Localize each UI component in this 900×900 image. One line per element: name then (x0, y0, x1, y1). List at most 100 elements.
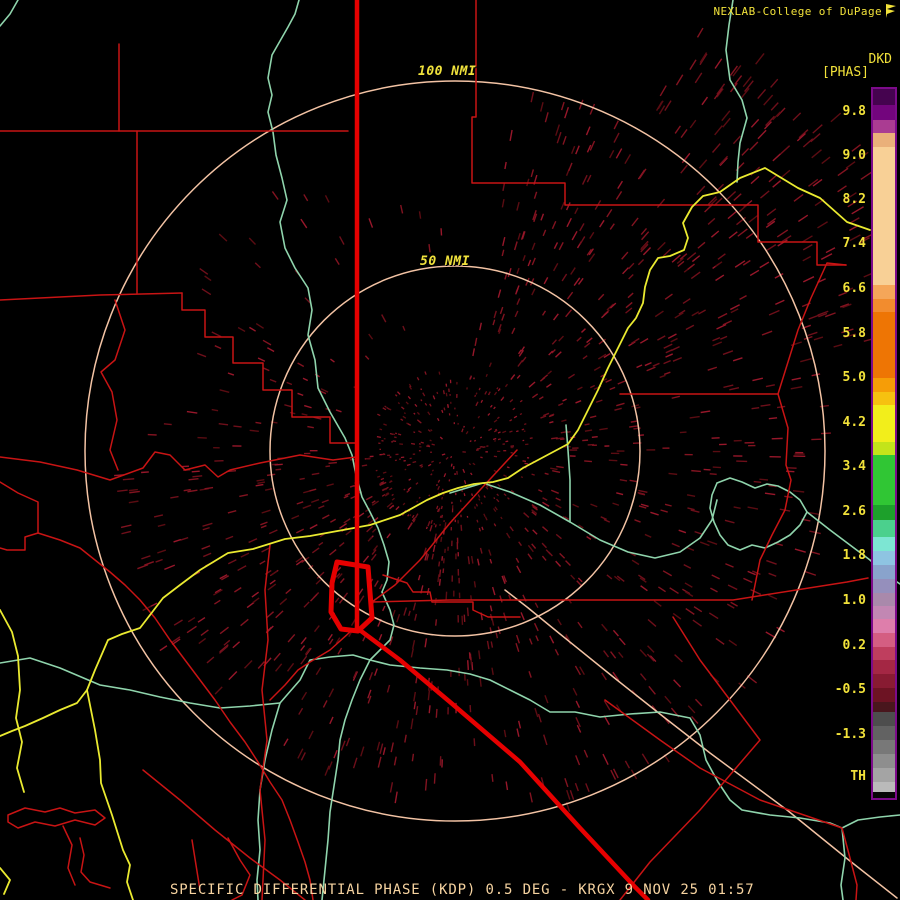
radar-echo (441, 453, 446, 456)
radar-echo (693, 606, 703, 613)
radar-echo (415, 706, 419, 716)
radar-echo (386, 406, 391, 410)
radar-echo (474, 337, 478, 347)
color-scale-segment (873, 299, 895, 312)
radar-echo (492, 437, 497, 441)
radar-echo (811, 373, 821, 377)
radar-echo (480, 502, 483, 505)
radar-echo (269, 378, 277, 383)
radar-echo (743, 577, 753, 583)
radar-echo (647, 618, 657, 627)
radar-echo (406, 489, 410, 493)
radar-echo (122, 478, 135, 481)
radar-echo (411, 514, 415, 519)
radar-echo (389, 475, 393, 478)
radar-echo (432, 544, 436, 553)
radar-echo (748, 215, 758, 223)
radar-echo (436, 391, 439, 395)
radar-echo (565, 202, 571, 211)
radar-echo (493, 310, 497, 319)
radar-echo (427, 411, 431, 416)
radar-echo (303, 194, 309, 202)
radar-echo (527, 259, 532, 267)
site-title: NEXLAB-College of DuPage (713, 5, 882, 18)
radar-echo (485, 373, 488, 377)
radar-echo (673, 679, 682, 688)
radar-echo (749, 141, 759, 151)
radar-echo (436, 484, 438, 487)
radar-echo (500, 516, 503, 520)
radar-echo (664, 695, 672, 704)
radar-echo (385, 488, 387, 491)
radar-echo (364, 355, 370, 360)
radar-echo (559, 552, 566, 559)
radar-echo (515, 634, 521, 644)
radar-echo (522, 255, 526, 262)
radar-echo (436, 417, 440, 422)
radar-echo (473, 581, 477, 588)
radar-echo (327, 633, 333, 641)
radar-echo (128, 500, 139, 504)
radar-echo (733, 506, 741, 510)
radar-echo (427, 690, 431, 701)
radar-echo (255, 483, 264, 487)
radar-echo (600, 516, 607, 521)
radar-echo (617, 379, 627, 385)
radar-echo (608, 459, 618, 462)
radar-echo (300, 218, 308, 229)
radar-echo (402, 502, 406, 506)
radar-echo (244, 659, 253, 669)
radar-echo (237, 565, 247, 572)
radar-echo (555, 533, 562, 540)
radar-echo (478, 650, 481, 660)
radar-echo (440, 505, 443, 510)
radar-echo (625, 307, 633, 314)
radar-echo (328, 638, 334, 645)
radar-echo (710, 587, 718, 593)
color-scale-segment (873, 593, 895, 606)
radar-echo (591, 436, 598, 438)
radar-echo (428, 494, 431, 497)
radar-echo (601, 672, 607, 681)
radar-echo (311, 498, 320, 504)
radar-echo (300, 655, 308, 665)
radar-echo (577, 621, 583, 629)
radar-echo (384, 405, 387, 408)
radar-echo (227, 559, 237, 565)
radar-echo (535, 635, 539, 642)
radar-echo (685, 324, 695, 331)
radar-echo (412, 460, 417, 464)
radar-echo (671, 542, 680, 548)
radar-echo (501, 249, 505, 257)
radar-echo (528, 671, 532, 678)
radar-echo (555, 560, 562, 567)
radar-echo (583, 749, 589, 758)
radar-echo (538, 396, 544, 400)
radar-echo (239, 493, 248, 498)
radar-echo (324, 195, 330, 203)
radar-echo (493, 497, 496, 500)
radar-echo (577, 386, 583, 391)
radar-echo (257, 481, 266, 484)
radar-echo (646, 653, 655, 662)
radar-echo (584, 460, 593, 463)
radar-echo (473, 738, 476, 747)
radar-echo (206, 656, 215, 664)
radar-echo (410, 442, 416, 445)
radar-echo (214, 599, 221, 605)
radar-echo (539, 102, 544, 112)
radar-echo (297, 748, 304, 759)
radar-echo (707, 217, 716, 225)
radar-echo (337, 647, 343, 655)
radar-echo (629, 479, 638, 483)
radar-echo (720, 335, 728, 340)
radar-echo (192, 475, 203, 478)
radar-echo (520, 612, 525, 621)
radar-echo (475, 503, 479, 507)
radar-echo (697, 241, 706, 249)
radar-echo (400, 204, 404, 214)
radar-echo (551, 220, 557, 230)
radar-echo (403, 488, 406, 491)
radar-echo (552, 262, 559, 272)
radar-echo (493, 508, 497, 512)
